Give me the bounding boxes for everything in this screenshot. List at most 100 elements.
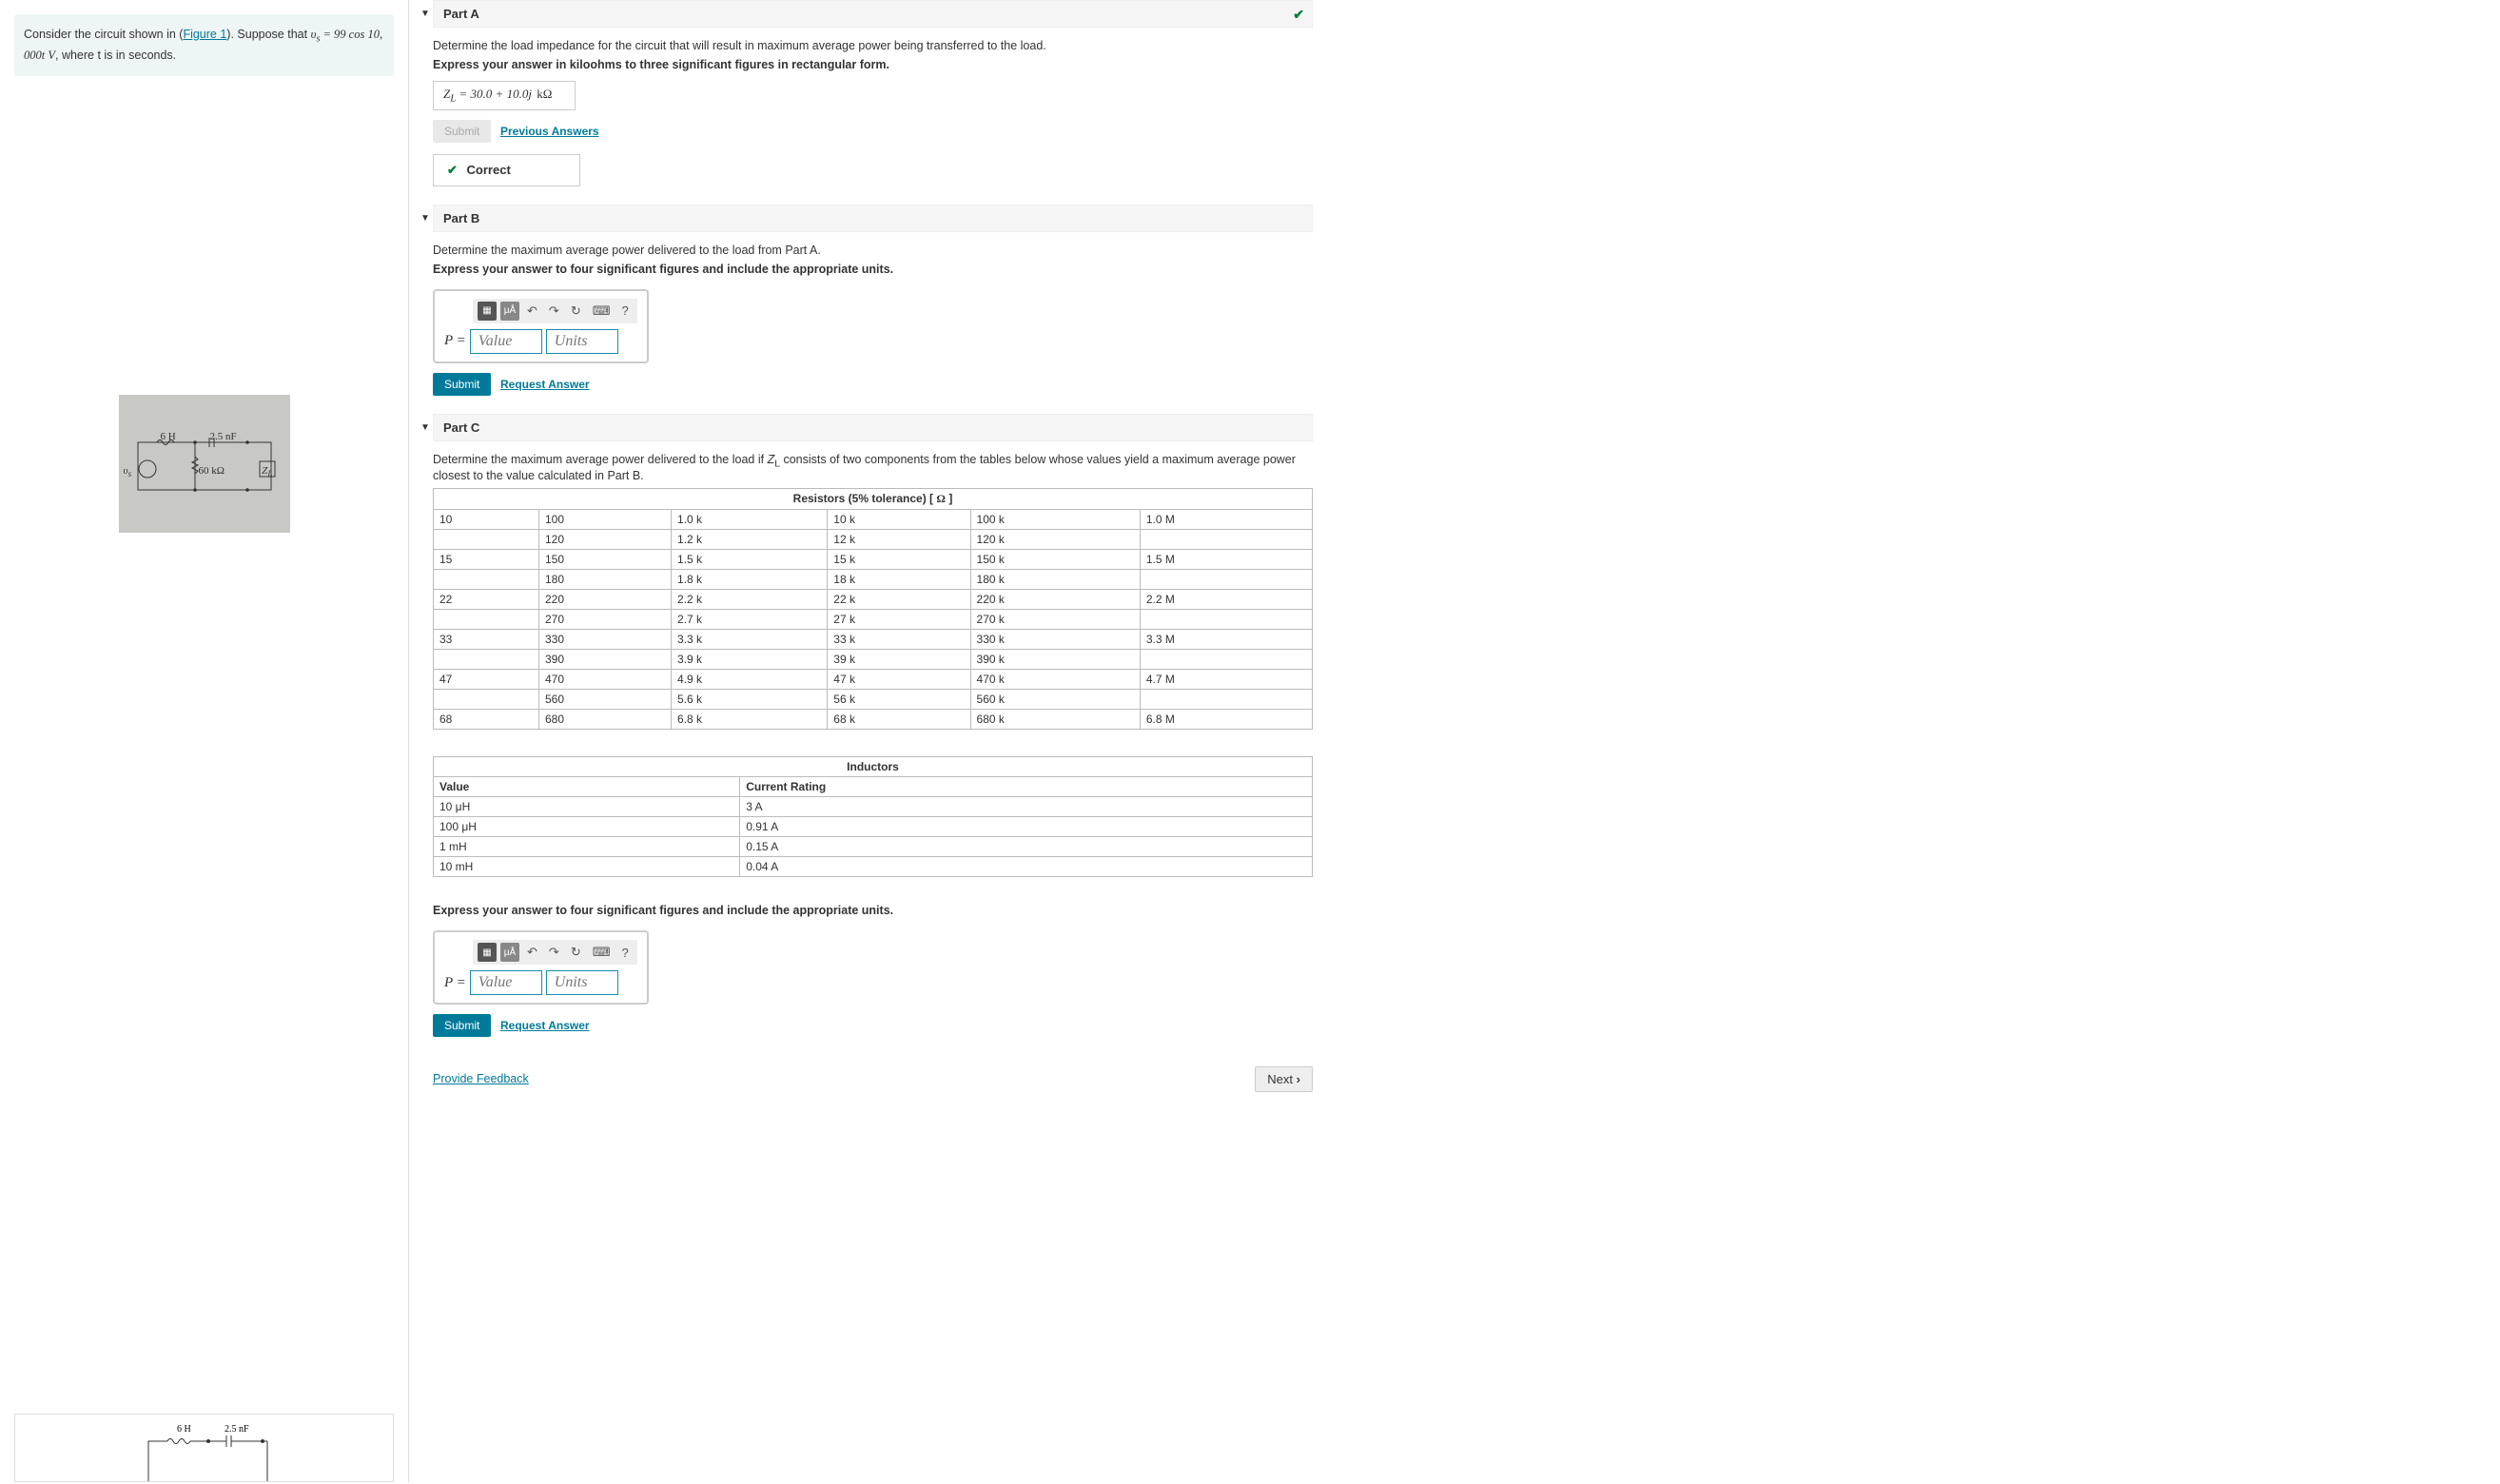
table-cell: 3.3 k <box>672 630 828 650</box>
template-icon[interactable]: ▦ <box>478 943 497 962</box>
help-icon[interactable]: ? <box>617 946 632 960</box>
table-cell: 1.0 k <box>672 510 828 530</box>
part-c-input-box: ▦ μÅ ↶ ↷ ↻ ⌨ ? P = <box>433 930 649 1005</box>
help-icon[interactable]: ? <box>617 303 632 318</box>
table-cell <box>434 690 539 710</box>
table-cell: 4.9 k <box>672 670 828 690</box>
label-inductor: 6 H <box>161 431 176 442</box>
provide-feedback-link[interactable]: Provide Feedback <box>433 1072 529 1085</box>
label-source: υs <box>124 465 132 478</box>
symbols-icon[interactable]: μÅ <box>500 943 519 962</box>
table-cell: 1 mH <box>434 837 740 857</box>
table-cell: 18 k <box>828 570 970 590</box>
caret-down-icon: ▼ <box>420 422 430 433</box>
table-cell: 1.8 k <box>672 570 828 590</box>
table-cell: 27 k <box>828 610 970 630</box>
right-panel: ▼ Part A ✔ Determine the load impedance … <box>409 0 1332 1482</box>
intro-tail: , where t is in seconds. <box>55 49 176 62</box>
part-c-title: Part C <box>443 420 479 435</box>
part-a-previous-answers-link[interactable]: Previous Answers <box>500 125 599 138</box>
part-b-header[interactable]: ▼ Part B <box>433 205 1313 232</box>
table-cell: 22 <box>434 590 539 610</box>
keyboard-icon[interactable]: ⌨ <box>589 303 615 319</box>
table-cell: 100 μH <box>434 817 740 837</box>
answer-toolbar: ▦ μÅ ↶ ↷ ↻ ⌨ ? <box>473 299 637 323</box>
table-row: 686806.8 k68 k680 k6.8 M <box>434 710 1313 730</box>
table-cell: 120 k <box>970 530 1140 550</box>
symbols-icon[interactable]: μÅ <box>500 302 519 321</box>
table-cell <box>434 650 539 670</box>
table-cell: 150 <box>538 550 671 570</box>
figure-link[interactable]: Figure 1 <box>183 28 226 41</box>
table-cell: 680 <box>538 710 671 730</box>
template-icon[interactable]: ▦ <box>478 302 497 321</box>
table-cell: 33 <box>434 630 539 650</box>
part-b-units-input[interactable] <box>546 329 618 354</box>
table-row: 100 μH0.91 A <box>434 817 1313 837</box>
keyboard-icon[interactable]: ⌨ <box>589 945 615 960</box>
table-cell: 5.6 k <box>672 690 828 710</box>
answer-toolbar: ▦ μÅ ↶ ↷ ↻ ⌨ ? <box>473 940 637 965</box>
table-cell: 330 k <box>970 630 1140 650</box>
check-icon: ✔ <box>447 163 458 177</box>
part-c-request-answer-link[interactable]: Request Answer <box>500 1019 590 1032</box>
table-cell: 150 k <box>970 550 1140 570</box>
reset-icon[interactable]: ↻ <box>567 945 585 960</box>
part-a-header[interactable]: ▼ Part A ✔ <box>433 0 1313 28</box>
table-cell: 0.04 A <box>740 857 1313 877</box>
inductors-header-value: Value <box>434 777 740 797</box>
table-cell: 47 <box>434 670 539 690</box>
left-panel: Consider the circuit shown in (Figure 1)… <box>0 0 409 1482</box>
part-c-instruction: Express your answer to four significant … <box>433 904 1313 917</box>
table-row: 10 mH0.04 A <box>434 857 1313 877</box>
table-cell: 270 k <box>970 610 1140 630</box>
next-button[interactable]: Next › <box>1255 1066 1313 1092</box>
part-c-header[interactable]: ▼ Part C <box>433 414 1313 441</box>
reset-icon[interactable]: ↻ <box>567 303 585 319</box>
table-row: 333303.3 k33 k330 k3.3 M <box>434 630 1313 650</box>
table-cell: 68 k <box>828 710 970 730</box>
table-cell: 0.91 A <box>740 817 1313 837</box>
table-cell <box>1140 570 1312 590</box>
table-row: 10 μH3 A <box>434 797 1313 817</box>
table-cell: 390 <box>538 650 671 670</box>
table-cell: 6.8 M <box>1140 710 1312 730</box>
table-cell: 0.15 A <box>740 837 1313 857</box>
part-b: ▼ Part B Determine the maximum average p… <box>433 205 1313 400</box>
resistors-table: Resistors (5% tolerance) [ Ω ] 101001.0 … <box>433 488 1313 730</box>
part-b-instruction: Express your answer to four significant … <box>433 263 1313 276</box>
inductors-caption: Inductors <box>434 757 1313 777</box>
undo-icon[interactable]: ↶ <box>523 303 541 319</box>
table-row: 3903.9 k39 k390 k <box>434 650 1313 670</box>
part-b-input-box: ▦ μÅ ↶ ↷ ↻ ⌨ ? P = <box>433 289 649 363</box>
part-c-submit-button[interactable]: Submit <box>433 1014 491 1037</box>
table-row: 1201.2 k12 k120 k <box>434 530 1313 550</box>
table-row: 222202.2 k22 k220 k2.2 M <box>434 590 1313 610</box>
table-row: 5605.6 k56 k560 k <box>434 690 1313 710</box>
part-a-answer: ZL = 30.0 + 10.0j kΩ <box>433 81 576 110</box>
part-a: ▼ Part A ✔ Determine the load impedance … <box>433 0 1313 191</box>
redo-icon[interactable]: ↷ <box>545 945 563 960</box>
table-cell: 1.5 M <box>1140 550 1312 570</box>
part-a-prompt: Determine the load impedance for the cir… <box>433 39 1313 52</box>
table-cell: 390 k <box>970 650 1140 670</box>
part-c-value-input[interactable] <box>470 970 542 995</box>
part-b-value-input[interactable] <box>470 329 542 354</box>
part-c: ▼ Part C Determine the maximum average p… <box>433 414 1313 1043</box>
table-row: 1 mH0.15 A <box>434 837 1313 857</box>
intro-post: ). Suppose that <box>226 28 310 41</box>
undo-icon[interactable]: ↶ <box>523 945 541 960</box>
redo-icon[interactable]: ↷ <box>545 303 563 319</box>
caret-down-icon: ▼ <box>420 9 430 19</box>
part-a-instruction: Express your answer in kiloohms to three… <box>433 58 1313 71</box>
table-cell: 220 k <box>970 590 1140 610</box>
part-c-units-input[interactable] <box>546 970 618 995</box>
table-cell: 47 k <box>828 670 970 690</box>
correct-label: Correct <box>467 163 511 177</box>
table-cell <box>434 610 539 630</box>
part-b-submit-button[interactable]: Submit <box>433 373 491 396</box>
table-cell: 100 <box>538 510 671 530</box>
part-b-request-answer-link[interactable]: Request Answer <box>500 378 590 391</box>
table-cell: 470 <box>538 670 671 690</box>
table-cell <box>1140 530 1312 550</box>
